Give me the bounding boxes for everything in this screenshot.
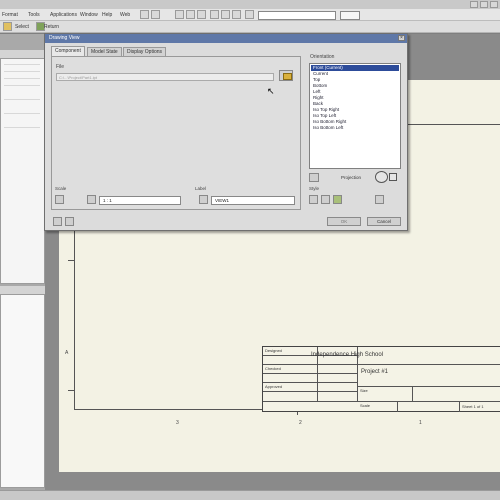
scale-edit-icon[interactable] <box>87 195 96 204</box>
tb-designed-label: Designed <box>265 348 282 353</box>
open-icon[interactable] <box>151 10 160 19</box>
close-button[interactable] <box>490 1 498 8</box>
scale-label: Scale <box>55 186 67 191</box>
panel-icon[interactable] <box>3 22 12 31</box>
tree-line <box>4 99 40 100</box>
tree-line <box>4 127 40 128</box>
title-block: Designed Checked Approved Independence H… <box>262 346 500 412</box>
zone-mark-bottom: 1 <box>419 420 422 426</box>
print-icon[interactable] <box>232 10 241 19</box>
help-icon[interactable] <box>245 10 254 19</box>
tree-line <box>4 64 40 65</box>
tab-component[interactable]: Component <box>51 46 85 56</box>
menu-window[interactable]: Window <box>80 12 98 18</box>
zone-mark-left2: A <box>65 350 69 356</box>
browser-tree[interactable] <box>0 58 45 284</box>
dialog-close-icon[interactable]: × <box>398 35 405 41</box>
style-hidden-lines-icon[interactable] <box>309 195 318 204</box>
select-icon[interactable] <box>197 10 206 19</box>
update-icon[interactable] <box>210 10 219 19</box>
file-label: File <box>56 64 65 70</box>
tb-checked-label: Checked <box>265 366 281 371</box>
toolbar: Select Return <box>0 21 500 33</box>
tb-cell <box>318 392 358 402</box>
tb-cell <box>318 374 358 383</box>
zone-mark-bottom: 2 <box>299 420 302 426</box>
panel-bar-header <box>0 286 45 294</box>
sketch-icon[interactable] <box>221 10 230 19</box>
tree-line <box>4 113 40 114</box>
tab-model-state[interactable]: Model State <box>87 47 122 56</box>
new-icon[interactable] <box>140 10 149 19</box>
drawing-view-dialog: Drawing View × Component Model State Dis… <box>44 33 408 231</box>
panel-bar[interactable] <box>0 294 45 488</box>
tb-scale-label: Scale <box>360 403 371 408</box>
style-hidden-removed-icon[interactable] <box>321 195 330 204</box>
menu-bar: Format Tools Applications Window Help We… <box>0 9 500 21</box>
tb-cell <box>263 374 318 383</box>
orientation-item[interactable]: Iso Bottom Left <box>311 125 399 131</box>
style-from-base-icon[interactable] <box>375 195 384 204</box>
zone-mark-bottom: 3 <box>176 420 179 426</box>
return-label[interactable]: Return <box>44 24 59 30</box>
menu-format[interactable]: Format <box>2 12 18 18</box>
view-label-label: Label <box>195 186 207 191</box>
status-bar <box>0 490 500 500</box>
label-visibility-icon[interactable] <box>199 195 208 204</box>
scale-from-base-icon[interactable] <box>55 195 64 204</box>
minimize-button[interactable] <box>470 1 478 8</box>
tab-display-options[interactable]: Display Options <box>123 47 167 56</box>
window-title-bar <box>0 0 500 9</box>
component-tab-panel: File C:\...\Project\Part1.ipt <box>51 56 301 210</box>
menu-applications[interactable]: Applications <box>50 12 77 18</box>
tb-cell <box>318 365 358 374</box>
tb-cell <box>398 402 460 412</box>
tb-sheet-label: Sheet 1 of 1 <box>462 404 484 409</box>
tb-cell <box>413 387 500 402</box>
tree-line <box>4 71 40 72</box>
project-title: Project #1 <box>361 369 389 375</box>
menu-help[interactable]: Help <box>102 12 112 18</box>
border-tick <box>68 260 74 261</box>
redo-icon[interactable] <box>186 10 195 19</box>
layer-combo[interactable] <box>340 11 360 20</box>
border-tick <box>68 390 74 391</box>
first-angle-projection-icon[interactable] <box>375 171 388 183</box>
style-label: Style <box>309 186 320 191</box>
tree-line <box>4 85 40 86</box>
browse-folder-icon[interactable] <box>279 70 293 81</box>
tb-size-label: Size <box>360 388 368 393</box>
style-shaded-icon[interactable] <box>333 195 342 204</box>
tb-cell <box>263 392 318 402</box>
browser-panel <box>0 34 45 490</box>
dialog-title-bar[interactable]: Drawing View × <box>45 34 407 43</box>
third-angle-projection-icon[interactable] <box>389 173 397 181</box>
menu-web[interactable]: Web <box>120 12 130 18</box>
scale-combo[interactable]: 1 : 1 <box>99 196 181 205</box>
cancel-button[interactable]: Cancel <box>367 217 401 226</box>
maximize-button[interactable] <box>480 1 488 8</box>
menu-tools[interactable]: Tools <box>28 12 40 18</box>
style-combo[interactable] <box>258 11 336 20</box>
dialog-preview-icon[interactable] <box>65 217 74 226</box>
select-label[interactable]: Select <box>15 24 29 30</box>
undo-icon[interactable] <box>175 10 184 19</box>
file-field[interactable]: C:\...\Project\Part1.ipt <box>56 73 274 81</box>
tb-approved-label: Approved <box>265 384 283 389</box>
custom-view-button[interactable] <box>309 173 319 182</box>
orientation-label: Orientation <box>310 54 335 60</box>
tree-line <box>4 78 40 79</box>
browser-header <box>0 50 45 58</box>
projection-label: Projection <box>341 175 362 180</box>
school-name: Independence High School <box>311 352 384 358</box>
tb-cell <box>318 383 358 392</box>
dialog-options-icon[interactable] <box>53 217 62 226</box>
dialog-title: Drawing View <box>49 35 80 41</box>
view-label-field[interactable]: VIEW1 <box>211 196 295 205</box>
ok-button[interactable]: OK <box>327 217 361 226</box>
mouse-cursor-icon: ↖ <box>267 86 275 96</box>
orientation-list[interactable]: Front (Current) Current Top Bottom Left … <box>309 63 401 169</box>
tb-cell <box>263 356 318 365</box>
